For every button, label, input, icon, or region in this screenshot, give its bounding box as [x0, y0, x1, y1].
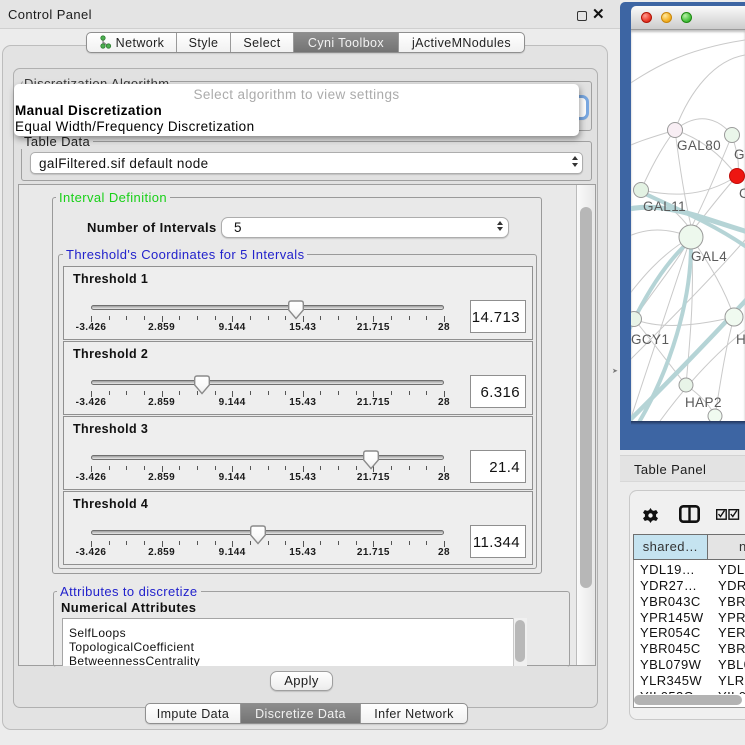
- svg-text:C: C: [739, 186, 745, 201]
- svg-text:H: H: [736, 332, 745, 347]
- svg-text:GAL4: GAL4: [691, 249, 727, 264]
- svg-text:GAL11: GAL11: [643, 199, 686, 214]
- svg-text:GA: GA: [734, 147, 745, 162]
- svg-text:GAL80: GAL80: [677, 138, 721, 153]
- svg-text:GCY1: GCY1: [631, 332, 669, 347]
- svg-text:HAP2: HAP2: [685, 395, 722, 410]
